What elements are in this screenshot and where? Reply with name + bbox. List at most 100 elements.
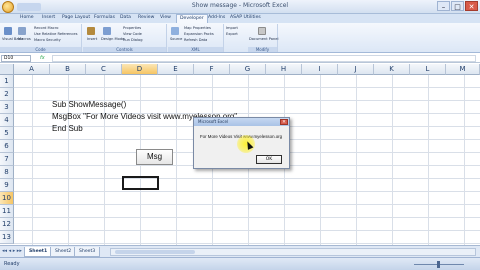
ribbon-group-xml: Source Map Properties Expansion Packs Re… — [168, 24, 224, 52]
tab-developer[interactable]: Developer — [176, 14, 208, 23]
insert-controls-label[interactable]: Insert — [87, 37, 97, 41]
row-header-1[interactable]: 1 — [0, 75, 14, 88]
tab-review[interactable]: Review — [138, 15, 154, 20]
column-header-l[interactable]: L — [410, 64, 446, 75]
active-cell-d10[interactable] — [122, 176, 159, 190]
ribbon-group-code: Visual Basic Macros Record Macro Use Rel… — [0, 24, 82, 52]
horizontal-scrollbar[interactable] — [110, 248, 476, 256]
formula-input[interactable] — [52, 55, 476, 62]
document-panel-label[interactable]: Document Panel — [249, 37, 278, 41]
insert-controls-icon[interactable] — [87, 27, 95, 35]
design-mode-label[interactable]: Design Mode — [101, 37, 124, 41]
column-header-j[interactable]: J — [338, 64, 374, 75]
refresh-data-item[interactable]: Refresh Data — [184, 38, 207, 42]
status-text: Ready — [4, 261, 20, 267]
ribbon-tabs: Home Insert Page Layout Formulas Data Re… — [0, 14, 480, 23]
zoom-slider[interactable] — [404, 261, 474, 268]
ribbon-group-controls: Insert Design Mode Properties View Code … — [83, 24, 167, 52]
formula-bar: D10 fx — [0, 54, 480, 63]
ribbon-group-xml-2: Import Export — [225, 24, 245, 52]
group-label-modify: Modify — [248, 47, 277, 52]
column-header-d[interactable]: D — [122, 64, 158, 75]
quick-access-toolbar[interactable] — [17, 3, 41, 11]
export-item[interactable]: Export — [226, 32, 238, 36]
window-controls: – □ ✕ — [437, 1, 478, 11]
maximize-button[interactable]: □ — [451, 1, 464, 11]
office-button[interactable] — [2, 1, 14, 13]
select-all-corner[interactable] — [0, 64, 14, 75]
name-box[interactable]: D10 — [1, 55, 31, 62]
column-header-i[interactable]: I — [302, 64, 338, 75]
excel-window: Show message - Microsoft Excel – □ ✕ Hom… — [0, 0, 480, 270]
visual-basic-icon[interactable] — [4, 27, 12, 35]
sheet-tab-sheet2[interactable]: Sheet2 — [50, 247, 77, 257]
ribbon-group-modify: Document Panel Modify — [248, 24, 278, 52]
document-panel-icon[interactable] — [258, 27, 266, 35]
row-header-8[interactable]: 8 — [0, 166, 14, 179]
tab-home[interactable]: Home — [20, 15, 34, 20]
close-button[interactable]: ✕ — [465, 1, 478, 11]
tab-add-ins[interactable]: Add-Ins — [208, 15, 225, 20]
properties-item[interactable]: Properties — [123, 26, 141, 30]
row-header-2[interactable]: 2 — [0, 88, 14, 101]
row-header-13[interactable]: 13 — [0, 231, 14, 244]
row-header-4[interactable]: 4 — [0, 114, 14, 127]
sheet-tab-sheet1[interactable]: Sheet1 — [24, 247, 53, 257]
relative-references-item[interactable]: Use Relative References — [34, 32, 77, 36]
message-box-ok-button[interactable]: OK — [256, 155, 282, 164]
message-box-title: Microsoft Excel — [198, 119, 229, 124]
column-header-e[interactable]: E — [158, 64, 194, 75]
row-header-6[interactable]: 6 — [0, 140, 14, 153]
import-item[interactable]: Import — [226, 26, 238, 30]
column-header-k[interactable]: K — [374, 64, 410, 75]
cell-b5[interactable]: End Sub — [52, 124, 83, 133]
tab-view[interactable]: View — [160, 15, 171, 20]
minimize-button[interactable]: – — [437, 1, 450, 11]
view-code-item[interactable]: View Code — [123, 32, 142, 36]
row-header-7[interactable]: 7 — [0, 153, 14, 166]
tab-asap-utilities[interactable]: ASAP Utilities — [230, 15, 261, 20]
row-header-11[interactable]: 11 — [0, 205, 14, 218]
row-header-10[interactable]: 10 — [0, 192, 14, 205]
tab-insert[interactable]: Insert — [42, 15, 55, 20]
message-box-close-icon[interactable]: ✕ — [280, 119, 288, 125]
sheet-tabs-bar: ◂◂ ◂ ▸ ▸▸ Sheet1 Sheet2 Sheet3 — [0, 245, 480, 257]
sheet-tab-sheet3[interactable]: Sheet3 — [74, 247, 101, 257]
source-label[interactable]: Source — [170, 37, 182, 41]
row-header-9[interactable]: 9 — [0, 179, 14, 192]
window-title: Show message - Microsoft Excel — [191, 2, 289, 9]
run-dialog-item[interactable]: Run Dialog — [123, 38, 142, 42]
row-header-3[interactable]: 3 — [0, 101, 14, 114]
tab-page-layout[interactable]: Page Layout — [62, 15, 90, 20]
group-label-controls: Controls — [83, 47, 166, 52]
status-bar: Ready — [0, 257, 480, 270]
horizontal-scroll-thumb[interactable] — [115, 250, 195, 254]
macros-icon[interactable] — [18, 27, 26, 35]
message-box-titlebar[interactable]: Microsoft Excel ✕ — [194, 118, 289, 126]
map-properties-item[interactable]: Map Properties — [184, 26, 211, 30]
zoom-thumb[interactable] — [437, 261, 440, 268]
sheet-nav-arrows-icon[interactable]: ◂◂ ◂ ▸ ▸▸ — [2, 248, 22, 254]
column-header-m[interactable]: M — [446, 64, 480, 75]
column-header-g[interactable]: G — [230, 64, 266, 75]
column-header-a[interactable]: A — [14, 64, 50, 75]
column-header-f[interactable]: F — [194, 64, 230, 75]
column-header-b[interactable]: B — [50, 64, 86, 75]
source-icon[interactable] — [171, 27, 179, 35]
expansion-packs-item[interactable]: Expansion Packs — [184, 32, 214, 36]
fx-icon[interactable]: fx — [40, 55, 45, 61]
title-bar: Show message - Microsoft Excel – □ ✕ — [0, 0, 480, 14]
design-mode-icon[interactable] — [103, 27, 111, 35]
msg-form-button[interactable]: Msg — [136, 149, 173, 165]
cell-b3[interactable]: Sub ShowMessage() — [52, 100, 126, 109]
macros-label[interactable]: Macros — [18, 37, 31, 41]
tab-data[interactable]: Data — [120, 15, 131, 20]
macro-security-item[interactable]: Macro Security — [34, 38, 61, 42]
column-header-h[interactable]: H — [266, 64, 302, 75]
row-header-12[interactable]: 12 — [0, 218, 14, 231]
tab-formulas[interactable]: Formulas — [94, 15, 115, 20]
ribbon: Visual Basic Macros Record Macro Use Rel… — [0, 23, 480, 53]
column-header-c[interactable]: C — [86, 64, 122, 75]
row-header-5[interactable]: 5 — [0, 127, 14, 140]
record-macro-item[interactable]: Record Macro — [34, 26, 58, 30]
